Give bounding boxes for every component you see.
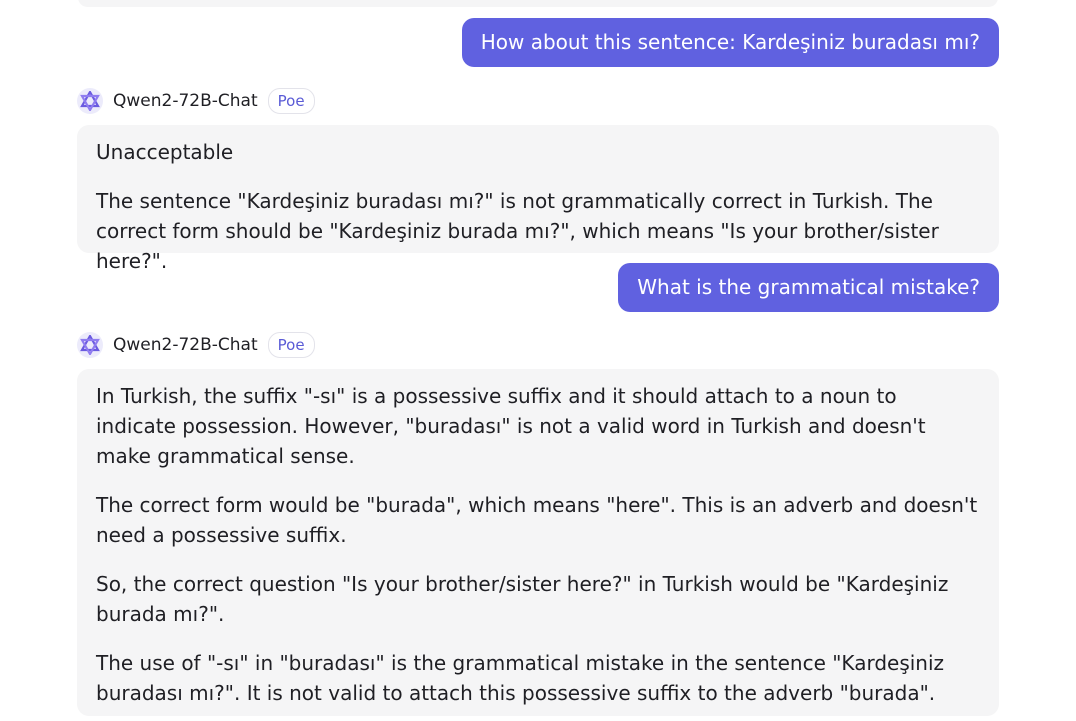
bot-message-paragraph: Unacceptable (96, 140, 234, 164)
poe-badge: Poe (267, 88, 315, 114)
bot-header: Qwen2-72B-Chat Poe (77, 87, 315, 115)
user-message-text: How about this sentence: Kardeşiniz bura… (461, 18, 999, 67)
bot-message-paragraph: The correct form would be "burada", whic… (96, 493, 978, 547)
user-message: How about this sentence: Kardeşiniz bura… (461, 18, 999, 67)
bot-name[interactable]: Qwen2-72B-Chat (113, 91, 258, 111)
bot-message: In Turkish, the suffix "-sı" is a posses… (77, 369, 999, 716)
bot-message-paragraph: In Turkish, the suffix "-sı" is a posses… (96, 384, 926, 468)
poe-badge: Poe (267, 332, 315, 358)
bot-message-paragraph: So, the correct question "Is your brothe… (96, 572, 949, 626)
user-message-text: What is the grammatical mistake? (618, 263, 999, 312)
qwen-logo-icon[interactable] (77, 88, 103, 114)
bot-message-paragraph: The use of "-sı" in "buradası" is the gr… (96, 651, 945, 705)
bot-message: Unacceptable The sentence "Kardeşiniz bu… (77, 125, 999, 273)
bot-name[interactable]: Qwen2-72B-Chat (113, 335, 258, 355)
previous-bot-bubble (78, 0, 998, 7)
bot-header: Qwen2-72B-Chat Poe (77, 331, 315, 359)
qwen-logo-icon[interactable] (77, 332, 103, 358)
user-message: What is the grammatical mistake? (618, 263, 999, 312)
